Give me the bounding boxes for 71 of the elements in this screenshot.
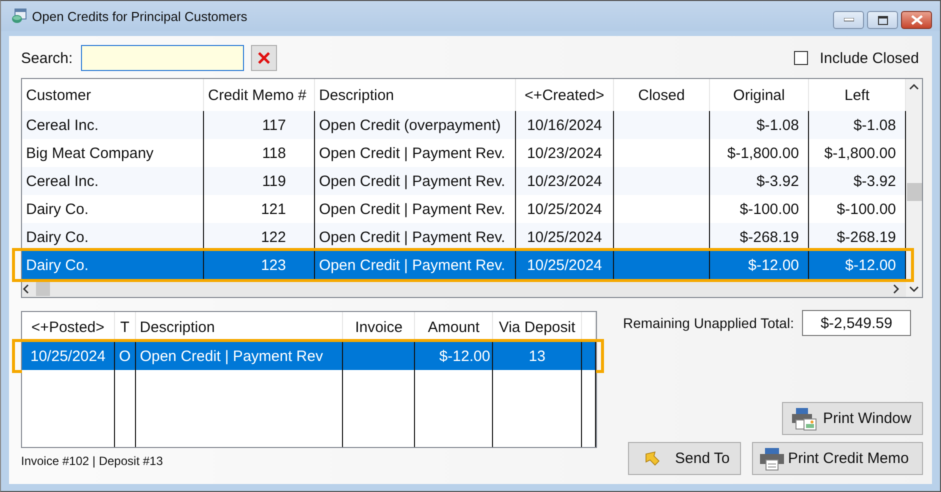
- table-cell: Dairy Co.: [26, 200, 89, 218]
- table-cell: $-3.92: [853, 172, 896, 190]
- table-cell: Big Meat Company: [26, 144, 154, 162]
- vertical-scrollbar[interactable]: [906, 79, 922, 297]
- table-cell: 10/25/2024: [526, 228, 602, 246]
- table-cell: $-1.08: [756, 116, 799, 134]
- table-cell: Open Credit (overpayment): [319, 116, 501, 134]
- send-to-button[interactable]: Send To: [628, 442, 741, 475]
- window-title: Open Credits for Principal Customers: [32, 8, 248, 24]
- clear-button[interactable]: [250, 45, 277, 71]
- search-field[interactable]: [80, 45, 244, 71]
- remaining-total-field: $-2,549.59: [802, 310, 911, 336]
- table-cell: 10/23/2024: [526, 172, 602, 190]
- include-closed-checkbox[interactable]: [794, 51, 808, 65]
- table-cell: $-1,800.00: [824, 144, 896, 162]
- app-icon: [11, 8, 27, 24]
- include-closed-label[interactable]: Include Closed: [820, 50, 919, 66]
- scroll-down-icon[interactable]: [909, 285, 919, 293]
- close-button[interactable]: [901, 11, 932, 29]
- table-row[interactable]: Cereal Inc. 117 Open Credit (overpayment) 10/16/2024 $-1.08 $-1.08: [22, 111, 906, 139]
- status-text: Invoice #102 | Deposit #13: [21, 454, 163, 468]
- close-icon: [910, 15, 922, 25]
- minimize-button[interactable]: [833, 11, 864, 29]
- print-window-button[interactable]: Print Window: [782, 402, 923, 435]
- table-cell: 10/25/2024: [526, 200, 602, 218]
- table-cell: Open Credit | Payment Rev.: [319, 200, 506, 218]
- table-cell: 13: [528, 348, 546, 364]
- table-cell: Open Credit | Payment Rev.: [319, 256, 506, 274]
- table-cell: $-1,800.00: [727, 144, 799, 162]
- printer-icon: [759, 446, 785, 470]
- table-row[interactable]: Cereal Inc. 119 Open Credit | Payment Rev. 10/23/2024 $-3.92 $-3.92: [22, 167, 906, 195]
- table-cell: 117: [262, 116, 286, 134]
- arrow-icon: [643, 450, 661, 468]
- table-cell: 10/16/2024: [526, 116, 602, 134]
- table-cell: 121: [260, 200, 286, 218]
- scroll-thumb[interactable]: [36, 281, 50, 296]
- table-cell: Open Credit | Payment Rev.: [319, 228, 506, 246]
- table-cell: $-268.19: [740, 228, 799, 246]
- table-cell: 119: [262, 172, 286, 190]
- scroll-thumb[interactable]: [906, 183, 922, 201]
- table-cell: $-268.19: [836, 228, 896, 246]
- search-label: Search:: [21, 50, 73, 66]
- table-cell: 123: [260, 256, 286, 274]
- table-cell: $-12.00: [748, 256, 799, 274]
- table-cell: 10/23/2024: [526, 144, 602, 162]
- minimize-icon: [844, 18, 854, 22]
- remaining-total-label: Remaining Unapplied Total:: [623, 315, 794, 331]
- table-cell: Open Credit | Payment Rev: [140, 348, 323, 364]
- table-cell: O: [119, 348, 131, 364]
- table-cell: $-3.92: [756, 172, 799, 190]
- table-cell: $-12.00: [439, 348, 490, 364]
- table-cell: $-1.08: [853, 116, 896, 134]
- table-cell: 118: [262, 144, 286, 162]
- print-button[interactable]: Print Credit Memo: [752, 442, 923, 475]
- table-cell: Cereal Inc.: [26, 172, 99, 190]
- table-cell: Open Credit | Payment Rev.: [319, 144, 506, 162]
- printer-picture-icon: [791, 406, 817, 430]
- table-cell: 10/25/2024: [30, 348, 106, 364]
- table-cell: Dairy Co.: [26, 256, 89, 274]
- clear-icon: [258, 52, 270, 64]
- maximize-button[interactable]: [867, 11, 898, 29]
- table-cell: $-100.00: [740, 200, 799, 218]
- scroll-up-icon[interactable]: [909, 83, 919, 91]
- table-cell: Open Credit | Payment Rev.: [319, 172, 506, 190]
- table-cell: Cereal Inc.: [26, 116, 99, 134]
- table-cell: $-100.00: [836, 200, 896, 218]
- table-cell: Dairy Co.: [26, 228, 89, 246]
- table-cell: 122: [260, 228, 286, 246]
- maximize-icon: [878, 16, 888, 24]
- table-cell: $-12.00: [845, 256, 896, 274]
- table-cell: 10/25/2024: [526, 256, 602, 274]
